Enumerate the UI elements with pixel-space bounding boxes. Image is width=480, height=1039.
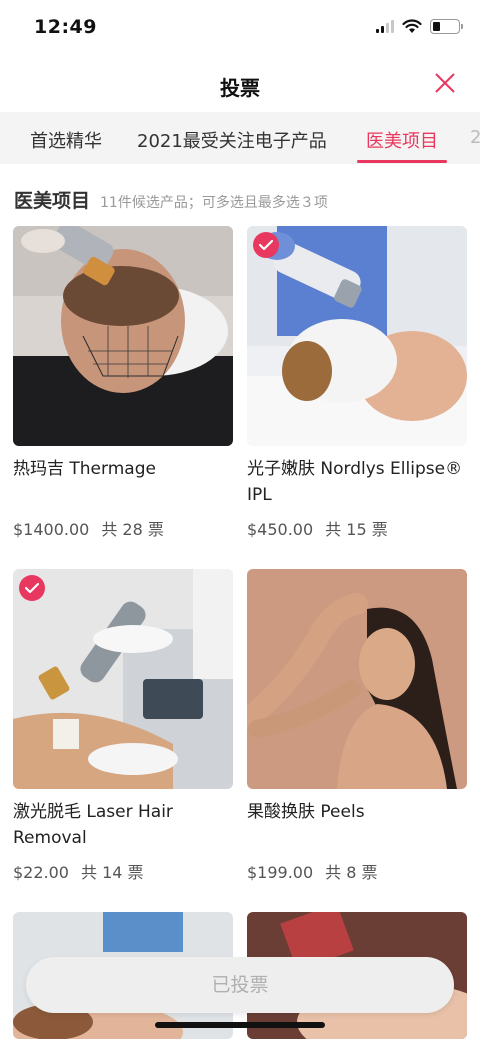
home-indicator (155, 1022, 325, 1028)
signal-icon (376, 20, 394, 33)
product-name: 光子嫩肤 Nordlys Ellipse® IPL (247, 459, 463, 505)
close-icon[interactable] (432, 70, 458, 96)
product-card[interactable]: 热玛吉 Thermage $1400.00 共 28 票 (13, 226, 233, 539)
tab-medical-aesthetics[interactable]: 医美项目 (366, 127, 438, 153)
product-meta: $22.00 共 14 票 (13, 859, 144, 883)
section-subtitle: 11件候选产品；可多选且最多选３项 (100, 195, 328, 211)
selected-check-icon[interactable] (253, 232, 279, 258)
tab-electronics-2021[interactable]: 2021最受关注电子产品 (137, 127, 327, 153)
status-bar: 12:49 (0, 0, 480, 56)
product-price: $1400.00 (13, 520, 90, 539)
product-meta: $199.00 共 8 票 (247, 859, 378, 883)
product-image (13, 569, 233, 789)
product-name: 果酸换肤 Peels (247, 802, 365, 822)
product-card[interactable]: 果酸换肤 Peels $199.00 共 8 票 (247, 569, 467, 882)
product-name: 激光脱毛 Laser Hair Removal (13, 802, 173, 848)
tab-featured-essence[interactable]: 首选精华 (30, 127, 102, 153)
product-image (13, 226, 233, 446)
product-image (247, 569, 467, 789)
product-price: $22.00 (13, 863, 69, 882)
product-meta: $450.00 共 15 票 (247, 516, 388, 540)
product-votes: 共 28 票 (101, 520, 164, 539)
product-image (247, 226, 467, 446)
voted-button[interactable]: 已投票 (26, 957, 454, 1013)
product-card[interactable]: 激光脱毛 Laser Hair Removal $22.00 共 14 票 (13, 569, 233, 882)
product-price: $450.00 (247, 520, 314, 539)
product-votes: 共 8 票 (325, 863, 378, 882)
product-votes: 共 14 票 (80, 863, 144, 882)
product-price: $199.00 (247, 863, 314, 882)
wifi-icon (402, 19, 422, 33)
status-time: 12:49 (34, 16, 97, 38)
active-tab-indicator (357, 160, 447, 163)
product-card[interactable]: 光子嫩肤 Nordlys Ellipse® IPL $450.00 共 15 票 (247, 226, 467, 539)
page-title: 投票 (220, 76, 260, 100)
battery-icon (430, 19, 463, 34)
selected-check-icon[interactable] (19, 575, 45, 601)
header: 投票 (0, 56, 480, 112)
status-icons (376, 19, 463, 34)
product-meta: $1400.00 共 28 票 (13, 516, 164, 540)
tab-overflow[interactable]: 2 (470, 127, 480, 148)
product-name: 热玛吉 Thermage (13, 459, 156, 479)
section-header: 医美项目 11件候选产品；可多选且最多选３项 (14, 186, 328, 213)
category-tabs: 首选精华 2021最受关注电子产品 医美项目 2 (0, 112, 480, 164)
product-votes: 共 15 票 (325, 520, 388, 539)
section-title: 医美项目 (14, 190, 91, 212)
